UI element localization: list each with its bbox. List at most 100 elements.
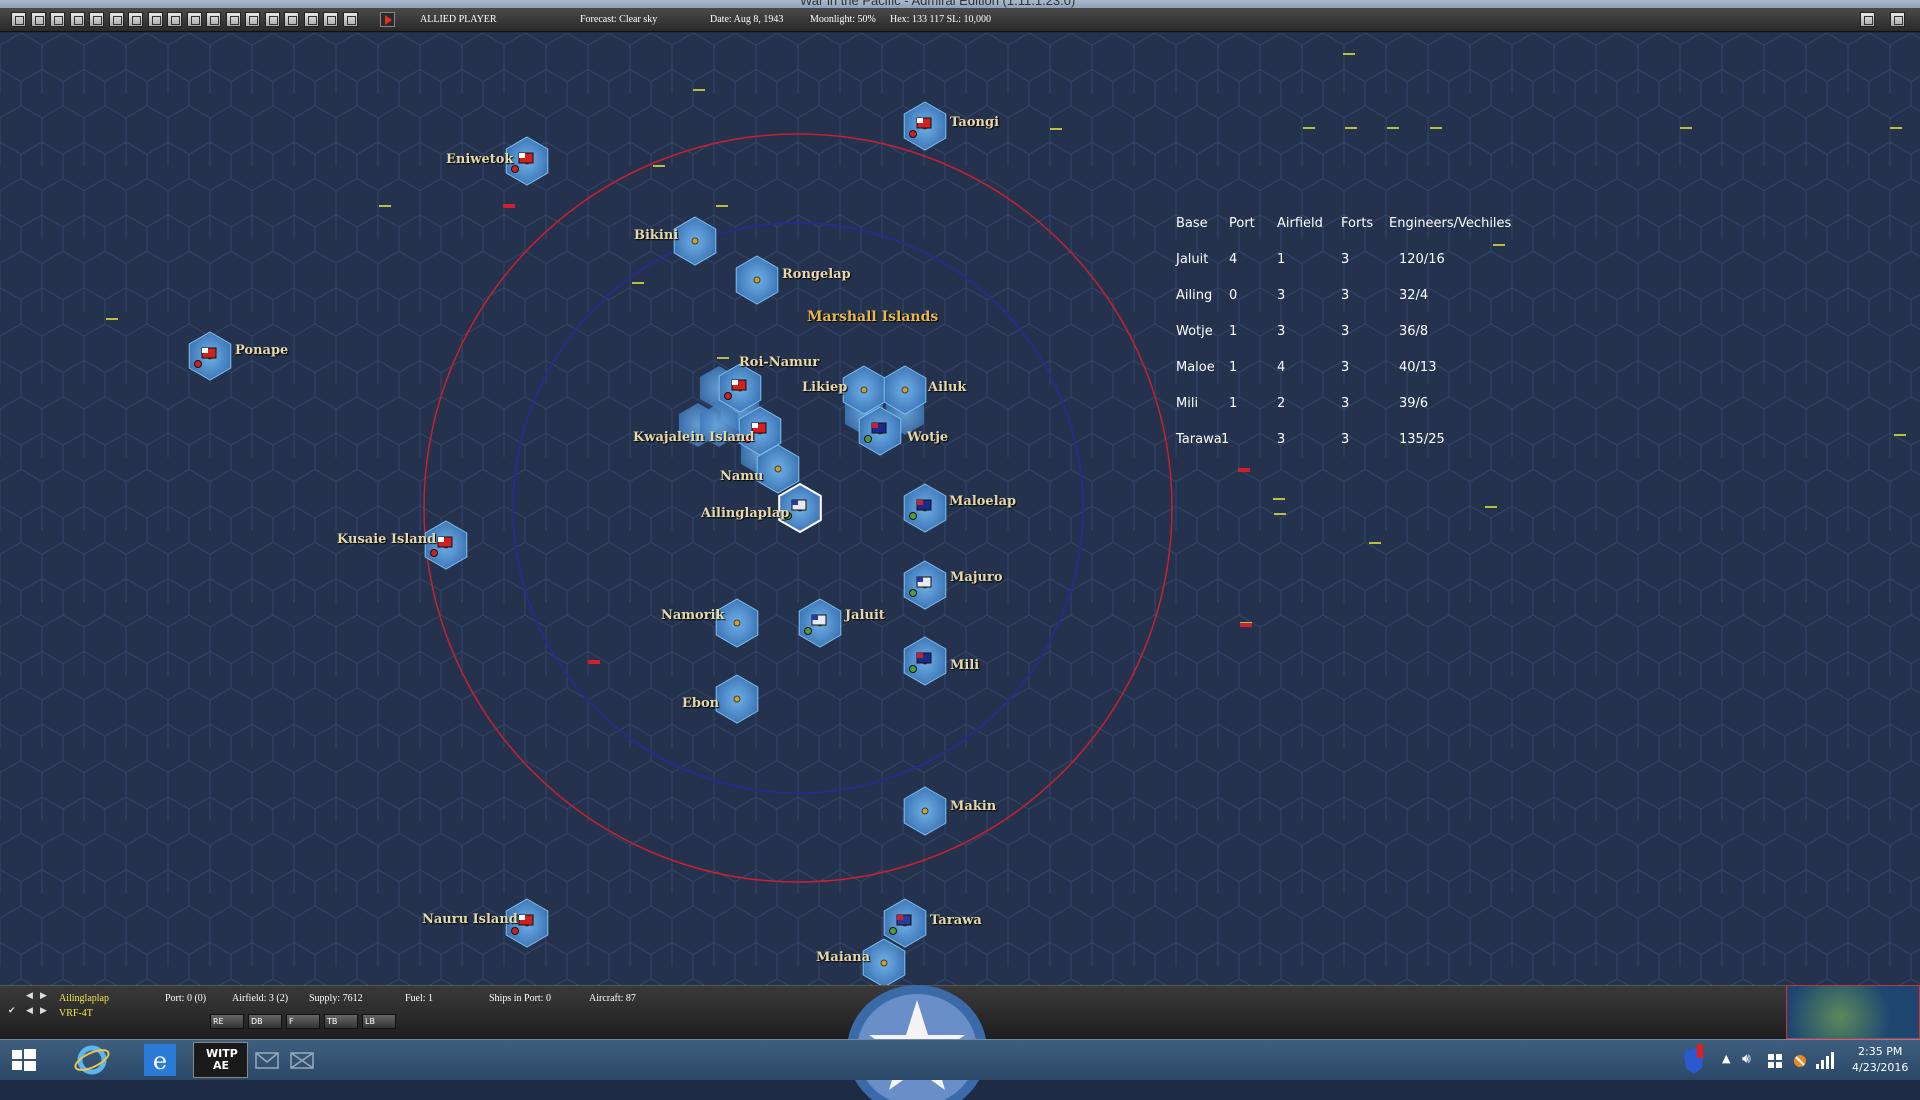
base-label-nauru-island[interactable]: Nauru Island xyxy=(422,912,518,927)
ship-marker-icon xyxy=(717,357,729,359)
alert-shield-icon[interactable] xyxy=(1680,1042,1708,1078)
enemy-marker-icon xyxy=(503,204,515,208)
map-icon[interactable] xyxy=(11,12,26,27)
base-label-rongelap[interactable]: Rongelap xyxy=(782,267,851,282)
settings-icon[interactable] xyxy=(245,12,260,27)
top-toolbar: ALLIED PLAYER Forecast: Clear sky Date: … xyxy=(0,8,1920,32)
save-icon[interactable] xyxy=(264,12,280,27)
next-base-icon[interactable]: ▶ xyxy=(40,991,48,1001)
end-turn-button[interactable] xyxy=(380,12,395,27)
base-label-taongi[interactable]: Taongi xyxy=(950,115,999,130)
air-button-tb[interactable]: TB xyxy=(324,1014,358,1029)
base-label-eniwetok[interactable]: Eniwetok xyxy=(446,152,513,167)
mail-icon[interactable] xyxy=(253,1042,281,1078)
clock-time: 2:35 PM xyxy=(1858,1045,1903,1058)
research-icon[interactable] xyxy=(186,12,202,27)
base-label-ebon[interactable]: Ebon xyxy=(682,696,719,711)
table-cell: 4 xyxy=(1277,360,1286,375)
ship-marker-icon xyxy=(1343,53,1355,55)
overview-icon[interactable] xyxy=(342,12,358,27)
ship-marker-icon xyxy=(1493,244,1505,246)
base-label-kusaie-island[interactable]: Kusaie Island xyxy=(337,532,436,547)
intel-icon[interactable] xyxy=(167,12,182,27)
ship-marker-icon xyxy=(653,165,665,167)
air-button-lb[interactable]: LB xyxy=(362,1014,396,1029)
leaders-icon[interactable] xyxy=(128,12,143,27)
unit-marker-icon xyxy=(804,627,812,635)
base-label-roi-namur[interactable]: Roi-Namur xyxy=(739,355,819,370)
check-icon[interactable]: ✔ xyxy=(8,1006,16,1016)
internet-explorer-icon[interactable] xyxy=(72,1042,112,1078)
base-dot-icon xyxy=(921,807,929,815)
system-clock[interactable]: 2:35 PM 4/23/2016 xyxy=(1852,1044,1908,1076)
selected-base-name[interactable]: Ailinglaplap xyxy=(59,993,109,1004)
mail-icon-2[interactable] xyxy=(288,1042,316,1078)
next-aircraft-icon[interactable]: ▶ xyxy=(40,1006,48,1016)
base-label-maiana[interactable]: Maiana xyxy=(816,950,870,965)
hex-label: Hex: 133 117 SL: 10,000 xyxy=(890,14,992,25)
fuel-info: Fuel: 1 xyxy=(405,993,434,1004)
table-cell: 32/4 xyxy=(1399,288,1429,303)
edge-icon[interactable]: e xyxy=(140,1042,180,1078)
base-label-bikini[interactable]: Bikini xyxy=(634,228,678,243)
base-label-namu[interactable]: Namu xyxy=(720,469,764,484)
base-dot-icon xyxy=(733,619,741,627)
table-cell: 3 xyxy=(1341,432,1350,447)
base-label-ailuk[interactable]: Ailuk xyxy=(928,380,966,395)
table-cell: Tarawa xyxy=(1176,432,1222,447)
info-icon[interactable] xyxy=(225,12,241,27)
enemy-marker-icon xyxy=(1240,623,1252,627)
replay-icon[interactable] xyxy=(284,12,299,27)
base-label-mili[interactable]: Mili xyxy=(950,658,979,673)
base-label-makin[interactable]: Makin xyxy=(950,799,996,814)
air-button-re[interactable]: RE xyxy=(210,1014,244,1029)
start-icon[interactable] xyxy=(6,1042,42,1078)
bases-icon[interactable] xyxy=(108,12,124,27)
witp-ae-taskbar-button[interactable]: WITP AE xyxy=(193,1042,248,1078)
base-label-jaluit[interactable]: Jaluit xyxy=(845,608,885,623)
volume-icon[interactable]: 🔊︎ xyxy=(1742,1051,1751,1087)
minimap[interactable] xyxy=(1786,985,1920,1039)
ships-icon[interactable] xyxy=(50,12,65,27)
signal-icon[interactable] xyxy=(1814,1042,1838,1078)
window-restore-button[interactable] xyxy=(1860,12,1875,27)
units-icon[interactable] xyxy=(89,12,104,27)
strategic-map[interactable]: Marshall Islands Taongi Eniwetok Bikini Ron… xyxy=(0,33,1920,985)
prev-aircraft-icon[interactable]: ◀ xyxy=(26,1006,34,1016)
base-label-wotje[interactable]: Wotje xyxy=(907,430,948,445)
tray-expand-icon[interactable]: ▲ xyxy=(1722,1052,1730,1088)
air-button-f[interactable]: F xyxy=(286,1014,320,1029)
table-cell: 3 xyxy=(1341,360,1350,375)
base-label-majuro[interactable]: Majuro xyxy=(950,570,1003,585)
reports-icon[interactable] xyxy=(206,12,221,27)
base-label-maloelap[interactable]: Maloelap xyxy=(949,494,1016,509)
air-button-db[interactable]: DB xyxy=(248,1014,282,1029)
table-header-cell: Airfield xyxy=(1277,216,1323,231)
ship-marker-icon xyxy=(693,89,705,91)
air-icon[interactable] xyxy=(69,12,85,27)
table-cell: 1 xyxy=(1229,396,1238,411)
unit-marker-icon xyxy=(864,435,872,443)
witp-ae-label: WITP AE xyxy=(206,1047,238,1072)
map-canvas[interactable] xyxy=(0,33,1920,985)
prev-base-icon[interactable]: ◀ xyxy=(26,991,34,1001)
flag-canton-icon xyxy=(732,380,738,385)
base-label-likiep[interactable]: Likiep xyxy=(802,380,847,395)
base-label-ponape[interactable]: Ponape xyxy=(235,343,288,358)
flag-canton-icon xyxy=(917,118,923,123)
notes-icon[interactable] xyxy=(303,12,319,27)
supply-info: Supply: 7612 xyxy=(309,993,363,1004)
base-label-namorik[interactable]: Namorik xyxy=(661,608,725,623)
tracker-icon[interactable] xyxy=(323,12,338,27)
table-cell: 135/25 xyxy=(1399,432,1445,447)
base-label-kwajalein-island[interactable]: Kwajalein Island xyxy=(633,430,754,445)
list-icon[interactable] xyxy=(30,12,46,27)
aircraft-type[interactable]: VRF-4T xyxy=(59,1008,93,1019)
battery-icon[interactable] xyxy=(1790,1042,1810,1078)
network-icon[interactable] xyxy=(1766,1042,1784,1078)
base-label-tarawa[interactable]: Tarawa xyxy=(930,913,982,928)
clock-date: 4/23/2016 xyxy=(1852,1061,1909,1074)
production-icon[interactable] xyxy=(147,12,163,27)
window-close-button[interactable] xyxy=(1890,12,1905,27)
base-label-ailinglaplap[interactable]: Ailinglaplap xyxy=(701,506,789,521)
